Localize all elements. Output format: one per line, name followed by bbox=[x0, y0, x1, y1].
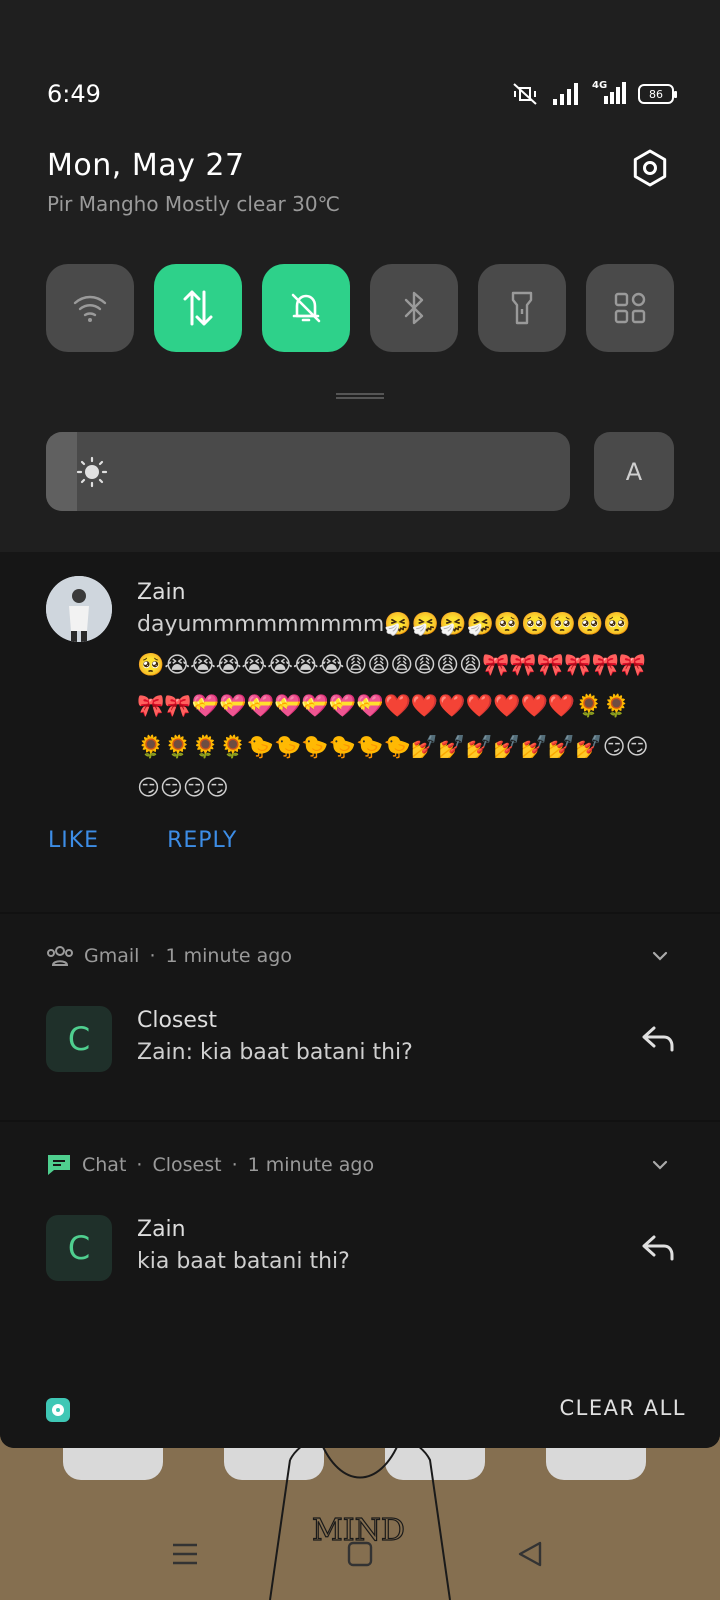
date-label: Mon, May 27 bbox=[47, 148, 245, 183]
notification-message: dayummmmmmmmm🤧🤧🤧🤧🥺🥺🥺🥺🥺🥺😭😭😭😭😭😭😭😩😩😩😩😩😩🎀🎀🎀🎀… bbox=[137, 612, 649, 801]
gear-icon[interactable] bbox=[630, 148, 670, 188]
reply-button[interactable]: REPLY bbox=[167, 828, 237, 853]
square-icon bbox=[347, 1541, 373, 1567]
signal-icon bbox=[553, 83, 578, 105]
drag-handle[interactable] bbox=[336, 393, 384, 399]
tile-mobile-data[interactable] bbox=[154, 264, 242, 352]
tile-wifi[interactable] bbox=[46, 264, 134, 352]
notification-body: Zain: kia baat batani thi? bbox=[137, 1040, 413, 1065]
chevron-down-icon[interactable] bbox=[650, 1155, 670, 1175]
navigation-bar bbox=[0, 1510, 720, 1600]
brightness-slider[interactable] bbox=[46, 432, 570, 511]
flashlight-icon bbox=[511, 291, 533, 325]
clear-all-button[interactable]: CLEAR ALL bbox=[559, 1396, 686, 1420]
tile-silent[interactable] bbox=[262, 264, 350, 352]
notification-body: kia baat batani thi? bbox=[137, 1249, 350, 1274]
app-name: Chat bbox=[82, 1154, 127, 1176]
notification-header: Chat · Closest · 1 minute ago bbox=[46, 1151, 374, 1179]
notification-actions: LIKE REPLY bbox=[48, 828, 237, 853]
tile-flashlight[interactable] bbox=[478, 264, 566, 352]
notification-shade: 6:49 4G 86 Mon, May 27 Pir Mangho Mostly… bbox=[0, 0, 720, 1448]
notification-app-icon bbox=[46, 1398, 70, 1422]
letter-avatar: C bbox=[46, 1215, 112, 1281]
status-icons: 4G 86 bbox=[510, 80, 677, 108]
notification-title: Closest bbox=[137, 1008, 218, 1033]
notification-time: 1 minute ago bbox=[247, 1154, 375, 1176]
menu-icon bbox=[173, 1543, 197, 1565]
battery-level: 86 bbox=[649, 87, 663, 101]
back-triangle-icon bbox=[518, 1541, 542, 1567]
like-button[interactable]: LIKE bbox=[48, 828, 99, 853]
weather-label: Pir Mangho Mostly clear 30℃ bbox=[47, 192, 341, 216]
status-clock: 6:49 bbox=[47, 80, 101, 108]
data-arrows-icon bbox=[183, 290, 213, 326]
chat-icon bbox=[48, 1155, 70, 1175]
tile-more[interactable] bbox=[586, 264, 674, 352]
notification-time: 1 minute ago bbox=[165, 945, 292, 967]
battery-icon: 86 bbox=[638, 84, 677, 104]
chevron-down-icon[interactable] bbox=[650, 946, 670, 966]
letter-avatar: C bbox=[46, 1006, 112, 1072]
notification-sender: Zain bbox=[137, 580, 186, 605]
signal-4g-icon: 4G bbox=[592, 80, 626, 106]
notification-header: Gmail · 1 minute ago bbox=[46, 942, 292, 970]
sun-icon bbox=[76, 456, 108, 488]
bluetooth-icon bbox=[404, 291, 424, 325]
divider bbox=[0, 1120, 720, 1122]
home-button[interactable] bbox=[330, 1524, 390, 1584]
separator-dot: · bbox=[231, 1154, 238, 1176]
divider bbox=[0, 912, 720, 914]
auto-brightness-button[interactable]: A bbox=[594, 432, 674, 511]
bell-off-icon bbox=[291, 293, 321, 323]
separator-dot: · bbox=[149, 945, 156, 967]
quick-settings-panel: 6:49 4G 86 Mon, May 27 Pir Mangho Mostly… bbox=[0, 0, 720, 552]
separator-dot: · bbox=[136, 1154, 143, 1176]
quick-tiles bbox=[46, 264, 674, 352]
recents-button[interactable] bbox=[155, 1524, 215, 1584]
avatar bbox=[46, 576, 112, 642]
conversation-name: Closest bbox=[152, 1154, 222, 1176]
notification-title: Zain bbox=[137, 1217, 186, 1242]
people-icon bbox=[47, 946, 73, 966]
vibrate-muted-icon bbox=[513, 83, 537, 105]
grid-icon bbox=[614, 292, 646, 324]
tile-bluetooth[interactable] bbox=[370, 264, 458, 352]
reply-icon[interactable] bbox=[640, 1024, 676, 1054]
back-button[interactable] bbox=[500, 1524, 560, 1584]
brightness-fill bbox=[46, 432, 78, 511]
wifi-icon bbox=[73, 295, 107, 322]
reply-icon[interactable] bbox=[640, 1233, 676, 1263]
app-name: Gmail bbox=[84, 945, 140, 967]
